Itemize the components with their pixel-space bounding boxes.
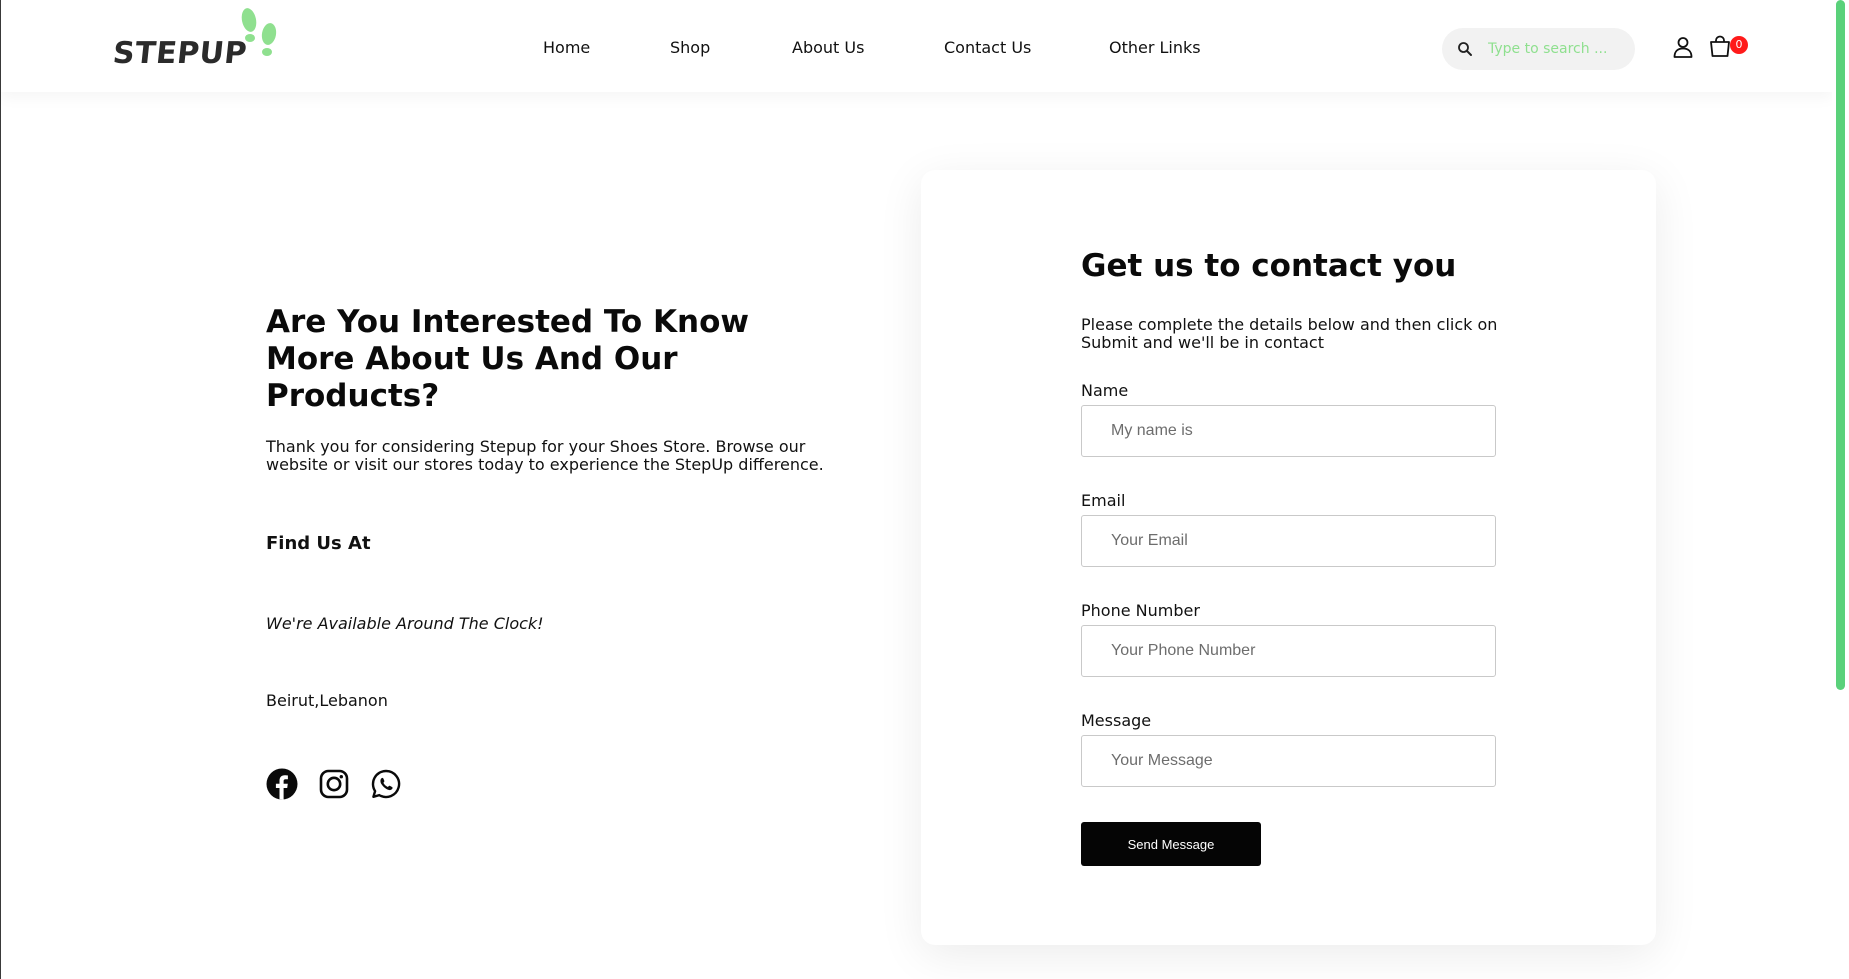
message-field[interactable] <box>1081 735 1496 787</box>
search-input[interactable] <box>1486 36 1626 62</box>
stepup-logo[interactable]: STEPUP <box>111 6 283 71</box>
nav-other-links[interactable]: Other Links <box>1109 38 1201 57</box>
send-message-button[interactable]: Send Message <box>1081 822 1261 866</box>
nav-contact-us[interactable]: Contact Us <box>944 38 1031 57</box>
cart-count-badge: 0 <box>1730 36 1748 54</box>
instagram-icon[interactable] <box>318 768 350 800</box>
phone-field[interactable] <box>1081 625 1496 677</box>
search-icon[interactable] <box>1456 40 1474 58</box>
intro-heading: Are You Interested To Know More About Us… <box>266 304 750 414</box>
cart-icon[interactable] <box>1708 35 1732 59</box>
nav-about-us[interactable]: About Us <box>792 38 864 57</box>
form-subtitle: Please complete the details below and th… <box>1081 315 1498 352</box>
footprints-icon <box>241 8 277 56</box>
facebook-icon[interactable] <box>266 768 298 800</box>
search-box <box>1442 28 1635 70</box>
form-title: Get us to contact you <box>1081 248 1457 284</box>
user-icon[interactable] <box>1671 35 1695 59</box>
message-label: Message <box>1081 711 1152 730</box>
whatsapp-icon[interactable] <box>370 768 402 800</box>
logo-text: STEPUP <box>111 36 249 71</box>
scrollbar-thumb[interactable] <box>1836 0 1845 690</box>
phone-label: Phone Number <box>1081 601 1200 620</box>
availability-text: We're Available Around The Clock! <box>266 614 544 633</box>
email-label: Email <box>1081 491 1126 510</box>
nav-shop[interactable]: Shop <box>670 38 710 57</box>
email-field[interactable] <box>1081 515 1496 567</box>
site-header: STEPUP Home Shop About Us Contact Us Oth… <box>1 0 1833 92</box>
nav-home[interactable]: Home <box>543 38 590 57</box>
name-label: Name <box>1081 381 1129 400</box>
page-scrollbar[interactable] <box>1832 0 1849 979</box>
location-text: Beirut,Lebanon <box>266 691 388 710</box>
name-field[interactable] <box>1081 405 1496 457</box>
find-us-title: Find Us At <box>266 533 371 554</box>
intro-paragraph: Thank you for considering Stepup for you… <box>266 437 824 474</box>
